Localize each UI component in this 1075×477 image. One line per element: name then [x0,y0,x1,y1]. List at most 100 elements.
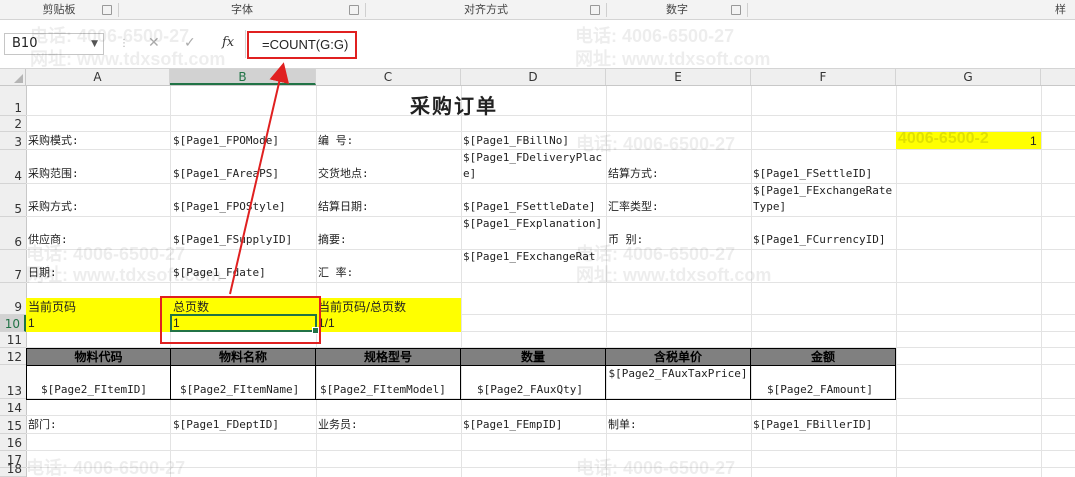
select-all-corner[interactable] [0,69,26,85]
cell-d3[interactable]: $[Page1_FBillNo] [463,133,569,149]
table-header[interactable]: 数量 [460,348,606,366]
cell-c5[interactable]: 结算日期: [318,199,369,215]
cell-d6[interactable]: $[Page1_FExplanation] [463,216,603,232]
table-cell-text: $[Page2_FItemModel] [320,383,446,396]
cell-a15[interactable]: 部门: [28,417,57,433]
cell-f6[interactable]: $[Page1_FCurrencyID] [753,232,885,248]
cell-d7[interactable]: $[Page1_FExchangeRat [463,249,603,265]
ribbon-group-label: 数字 [666,3,688,16]
cell-a6[interactable]: 供应商: [28,232,68,248]
cell-f5[interactable]: $[Page1_FExchangeRateType] [753,183,893,215]
cell-c7[interactable]: 汇 率: [318,265,353,281]
cell-f4[interactable]: $[Page1_FSettleID] [753,166,872,182]
cell-e15[interactable]: 制单: [608,417,637,433]
cell-a7[interactable]: 日期: [28,265,57,281]
cell-d15[interactable]: $[Page1_FEmpID] [463,417,562,433]
row-header[interactable]: 6 [0,217,26,250]
cell-d5[interactable]: $[Page1_FSettleDate] [463,199,595,215]
table-header[interactable]: 规格型号 [315,348,461,366]
formula-input[interactable]: =COUNT(G:G) [247,31,357,59]
cell-a10[interactable]: 1 [28,315,35,331]
gridline [26,115,1075,116]
name-box[interactable]: B10 ▼ [4,33,104,55]
row-header[interactable]: 13 [0,365,26,399]
dialog-launcher-icon[interactable] [102,5,112,15]
ribbon-group-number: 数字 [607,0,747,19]
cell-b6[interactable]: $[Page1_FSupplyID] [173,232,292,248]
column-header-g[interactable]: G [896,69,1041,85]
insert-function-icon[interactable]: fx [222,35,234,50]
cell-g3[interactable]: 1 [1030,133,1040,149]
table-header[interactable]: 物料名称 [170,348,316,366]
table-cell[interactable]: $[Page2_FAmount] [750,365,896,400]
table-cell[interactable]: $[Page2_FAuxQty] [460,365,606,400]
cell-g3-overlay: 4006-6500-2 [898,131,989,147]
column-header-c[interactable]: C [316,69,461,85]
column-header-b[interactable]: B [170,69,316,85]
cell-a3[interactable]: 采购模式: [28,133,79,149]
row-header[interactable]: 7 [0,250,26,283]
ribbon-group-font: 字体 [119,0,365,19]
row-header[interactable]: 2 [0,116,26,132]
dialog-launcher-icon[interactable] [590,5,600,15]
cell-f15[interactable]: $[Page1_FBillerID] [753,417,872,433]
cell-c3[interactable]: 编 号: [318,133,353,149]
column-header-f[interactable]: F [751,69,896,85]
cell-b3[interactable]: $[Page1_FPOMode] [173,133,279,149]
cell-e5[interactable]: 汇率类型: [608,199,659,215]
gridline [26,415,1075,416]
table-header[interactable]: 含税单价 [605,348,751,366]
cell-c15[interactable]: 业务员: [318,417,358,433]
column-header-a[interactable]: A [26,69,170,85]
drag-handle-icon[interactable]: ⋮ [119,38,129,49]
row-header[interactable]: 3 [0,132,26,150]
table-header[interactable]: 物料代码 [26,348,171,366]
cell-b5[interactable]: $[Page1_FPOStyle] [173,199,286,215]
dialog-launcher-icon[interactable] [349,5,359,15]
gridline [26,282,1075,283]
row-header-selected[interactable]: 10 [0,315,26,332]
cell-b4[interactable]: $[Page1_FAreaPS] [173,166,279,182]
chevron-down-icon[interactable]: ▼ [91,34,98,54]
cell-a4[interactable]: 采购范围: [28,166,79,182]
table-cell[interactable]: $[Page2_FItemName] [170,365,316,400]
gridline [26,450,1075,451]
row-header[interactable]: 1 [0,86,26,116]
row-header[interactable]: 18 [0,462,26,477]
row-header[interactable]: 14 [0,399,26,416]
name-box-value: B10 [12,36,38,51]
table-cell[interactable]: $[Page2_FAuxTaxPrice] [605,365,751,400]
enter-check-icon[interactable]: ✓ [184,35,196,51]
cell-d4[interactable]: $[Page1_FDeliveryPlace] [463,150,603,182]
cell-c4[interactable]: 交货地点: [318,166,369,182]
row-header[interactable]: 15 [0,416,26,434]
cancel-icon[interactable]: ✕ [148,35,160,51]
gridline [26,433,1075,434]
divider [747,3,748,17]
ribbon-group-clipboard: 剪贴板 [0,0,118,19]
row-header[interactable]: 5 [0,184,26,217]
row-header[interactable]: 9 [0,283,26,315]
dialog-launcher-icon[interactable] [731,5,741,15]
row-header[interactable]: 4 [0,150,26,184]
row-header[interactable]: 11 [0,332,26,348]
cell-a5[interactable]: 采购方式: [28,199,79,215]
cell-a9[interactable]: 当前页码 [28,299,76,315]
column-header-d[interactable]: D [461,69,606,85]
ribbon-group-bar: 剪贴板 字体 对齐方式 数字 样 [0,0,1075,20]
column-header-e[interactable]: E [606,69,751,85]
row-header[interactable]: 16 [0,434,26,451]
cell-c9[interactable]: 当前页码/总页数 [318,299,406,315]
cell-c6[interactable]: 摘要: [318,232,347,248]
table-cell-text: $[Page2_FItemName] [180,383,300,396]
cell-b7[interactable]: $[Page1_Fdate] [173,265,266,281]
table-header[interactable]: 金额 [750,348,896,366]
table-cell[interactable]: $[Page2_FItemModel] [315,365,461,400]
formula-text: =COUNT(G:G) [262,37,349,52]
cell-e4[interactable]: 结算方式: [608,166,659,182]
worksheet-grid[interactable]: 采购订单 采购模式: $[Page1_FPOMode] 编 号: $[Page1… [26,86,1075,477]
cell-e6[interactable]: 币 别: [608,232,643,248]
row-header[interactable]: 12 [0,348,26,365]
cell-b15[interactable]: $[Page1_FDeptID] [173,417,279,433]
table-cell[interactable]: $[Page2_FItemID] [26,365,171,400]
